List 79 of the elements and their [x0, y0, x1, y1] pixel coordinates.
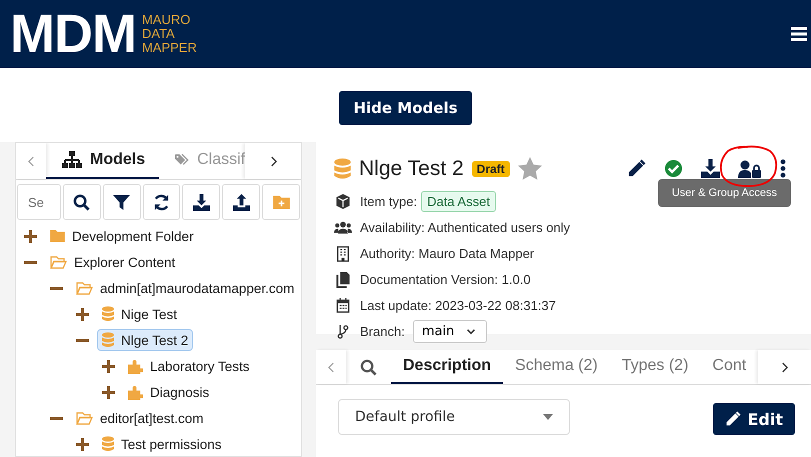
- expand-icon[interactable]: [102, 386, 115, 398]
- tree-item[interactable]: Test permissions: [97, 433, 227, 455]
- download-button[interactable]: [182, 184, 220, 220]
- pencil-icon: [725, 411, 742, 427]
- open-folder-icon: [76, 412, 93, 424]
- pencil-icon: [627, 159, 646, 178]
- puzzle-icon: [128, 384, 143, 400]
- expand-icon[interactable]: [76, 308, 89, 320]
- download-icon: [192, 194, 210, 210]
- tooltip: User & Group Access: [658, 179, 791, 207]
- caret-down-icon: [543, 414, 553, 420]
- user-lock-icon: [738, 160, 762, 178]
- check-circle-icon: [664, 159, 683, 178]
- expand-icon[interactable]: [76, 438, 89, 450]
- tree-item[interactable]: Diagnosis: [123, 382, 214, 402]
- documents-icon: [334, 272, 352, 288]
- logo-subtitle: MAPPER: [142, 41, 197, 55]
- database-icon: [102, 436, 114, 452]
- chevron-left-icon: [28, 156, 34, 166]
- logo-text[interactable]: MDM: [10, 7, 136, 61]
- field-label: Documentation Version: 1.0.0: [360, 272, 531, 287]
- model-title: Nlge Test 2: [359, 156, 464, 180]
- field-label: Item type:: [360, 194, 418, 209]
- search-button[interactable]: [63, 184, 101, 220]
- content-tab[interactable]: Description: [391, 350, 504, 384]
- more-icon: [780, 159, 786, 178]
- expand-icon[interactable]: [24, 230, 37, 242]
- panel-tab[interactable]: Models: [46, 143, 160, 179]
- search-icon: [73, 194, 90, 210]
- calendar-icon: [334, 298, 352, 313]
- tree-item[interactable]: Laboratory Tests: [123, 356, 255, 376]
- chevron-right-icon: [270, 156, 277, 166]
- hierarchy-icon: [62, 151, 82, 169]
- profile-select[interactable]: Default profile: [338, 399, 570, 435]
- tree-item[interactable]: Nige Test: [97, 303, 182, 325]
- search-icon[interactable]: [360, 358, 377, 376]
- tree-item[interactable]: Nlge Test 2: [97, 329, 194, 351]
- content-tab[interactable]: Types (2): [610, 350, 700, 384]
- cube-icon: [334, 194, 352, 209]
- database-icon: [334, 158, 351, 180]
- refresh-icon: [153, 194, 170, 210]
- refresh-button[interactable]: [142, 184, 180, 220]
- folder-icon: [50, 230, 65, 242]
- open-folder-icon: [50, 256, 67, 268]
- upload-icon: [232, 194, 250, 210]
- content-tab[interactable]: Schema (2): [503, 350, 610, 384]
- search-field[interactable]: Se: [17, 184, 61, 220]
- logo-subtitle: MAURO: [142, 13, 192, 27]
- field-label: Availability: Authenticated users only: [360, 220, 570, 235]
- database-icon: [102, 332, 114, 348]
- branch-select[interactable]: main: [412, 320, 488, 343]
- field-label: Last update: 2023-03-22 08:31:37: [360, 298, 556, 313]
- field-label: Authority: Mauro Data Mapper: [360, 246, 534, 261]
- folder-plus-icon: [272, 195, 290, 209]
- star-icon[interactable]: [518, 157, 542, 180]
- logo-subtitle: DATA: [142, 27, 176, 41]
- edit-button[interactable]: Edit: [713, 403, 795, 435]
- tree-item[interactable]: Explorer Content: [45, 252, 180, 272]
- database-icon: [102, 306, 114, 322]
- filter-icon: [113, 194, 130, 210]
- type-badge: Data Asset: [421, 191, 496, 212]
- hide-models-button[interactable]: Hide Models: [339, 91, 472, 125]
- users-icon: [334, 221, 352, 234]
- tree-item[interactable]: Development Folder: [45, 226, 199, 246]
- download-icon: [701, 159, 720, 178]
- chevron-left-icon: [328, 362, 334, 372]
- upload-button[interactable]: [222, 184, 260, 220]
- filter-button[interactable]: [102, 184, 141, 220]
- menu-icon[interactable]: [791, 27, 807, 41]
- open-folder-icon: [76, 282, 93, 294]
- tree-item[interactable]: editor[at]test.com: [71, 408, 209, 428]
- building-icon: [334, 246, 352, 262]
- content-tab[interactable]: Cont: [700, 350, 758, 384]
- expand-icon[interactable]: [102, 360, 115, 372]
- field-label: Branch:: [360, 324, 405, 339]
- status-badge: Draft: [472, 160, 510, 176]
- chevron-right-icon: [781, 362, 788, 372]
- tree-item[interactable]: admin[at]maurodatamapper.com: [71, 278, 300, 298]
- puzzle-icon: [128, 358, 143, 374]
